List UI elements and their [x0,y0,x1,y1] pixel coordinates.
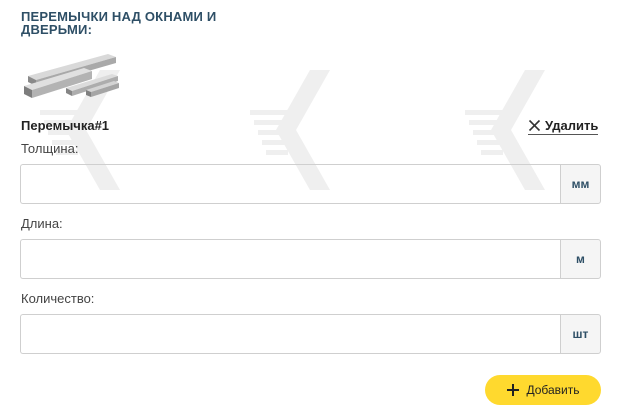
length-input-group: м [20,239,601,279]
thickness-input-group: мм [20,164,601,204]
add-lintel-label: Добавить [526,383,580,397]
length-unit: м [560,239,601,279]
thickness-label: Толщина: [21,141,79,156]
thickness-input[interactable] [20,164,560,204]
section-title: ПЕРЕМЫЧКИ НАД ОКНАМИ И ДВЕРЬМИ: [21,9,217,37]
length-input[interactable] [20,239,560,279]
lintels-product-image [24,54,119,98]
quantity-label: Количество: [21,291,95,306]
thickness-unit: мм [560,164,601,204]
remove-item-button[interactable]: Удалить [528,116,599,135]
close-icon [528,119,541,131]
quantity-input[interactable] [20,314,560,354]
quantity-input-group: шт [20,314,601,354]
length-label: Длина: [21,216,63,231]
lintel-item-title: Перемычка#1 [21,118,110,133]
plus-icon [507,384,520,396]
quantity-unit: шт [560,314,601,354]
remove-item-label: Удалить [545,117,599,133]
add-lintel-button[interactable]: Добавить [485,375,601,405]
